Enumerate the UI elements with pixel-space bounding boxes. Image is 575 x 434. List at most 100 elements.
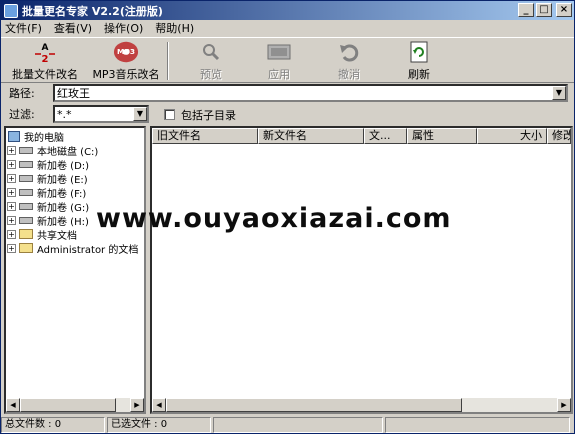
file-list[interactable]: 旧文件名 新文件名 文... 属性 大小 修改 ◀ ▶ [150,126,573,414]
expand-icon[interactable]: + [7,173,16,183]
drive-icon [19,202,33,210]
refresh-button[interactable]: 刷新 [399,40,439,82]
tree-item-drive-d[interactable]: + 新加卷 (D:) [7,157,90,172]
menu-view[interactable]: 查看(V) [54,20,92,36]
expand-icon[interactable]: + [7,159,16,169]
scroll-thumb[interactable] [166,398,462,412]
subdir-checkbox[interactable] [164,109,175,120]
apply-icon [266,40,292,64]
mp3-rename-label: MP3音乐改名 [92,68,160,81]
scroll-thumb[interactable] [20,398,116,412]
chevron-down-icon[interactable]: ▼ [133,107,147,121]
path-row: 路径: 红玫王 ▼ [1,83,574,103]
expand-icon[interactable]: + [7,201,16,211]
status-selected-files: 已选文件 : 0 [107,417,211,433]
mp3-rename-button[interactable]: MP3 MP3音乐改名 [91,40,161,82]
menu-file[interactable]: 文件(F) [5,20,42,36]
tree-item-shared-docs[interactable]: + 共享文档 [7,227,77,242]
scroll-right-icon[interactable]: ▶ [557,398,571,412]
tree-item-label: 共享文档 [37,230,77,242]
window-title: 批量更名专家 V2.2(注册版) [22,4,163,18]
status-bar: 总文件数 : 0 已选文件 : 0 [1,417,574,433]
tree-item-label: 新加卷 (F:) [37,188,87,200]
status-empty-cell [385,417,570,433]
path-value: 红玫王 [57,87,90,100]
preview-label: 预览 [200,68,222,81]
apply-button[interactable]: 应用 [259,40,299,82]
drive-icon [19,146,33,154]
tree-item-label: 新加卷 (G:) [37,202,90,214]
mp3-logo-text: MP3 [117,47,135,56]
column-attributes[interactable]: 属性 [407,128,477,144]
menu-bar: 文件(F) 查看(V) 操作(O) 帮助(H) [1,20,574,36]
column-new-name[interactable]: 新文件名 [258,128,364,144]
minimize-button[interactable]: _ [518,3,534,17]
folder-icon [19,229,33,239]
magnifier-icon [198,40,224,64]
main-window: 批量更名专家 V2.2(注册版) _ □ × 文件(F) 查看(V) 操作(O)… [0,0,575,434]
maximize-button[interactable]: □ [536,3,552,17]
svg-text:2: 2 [42,54,49,64]
undo-button[interactable]: 撤消 [329,40,369,82]
batch-rename-icon: A2 [32,40,58,64]
tree-item-label: 我的电脑 [24,132,64,144]
path-combo[interactable]: 红玫王 ▼ [53,84,568,102]
window-controls: _ □ × [518,3,572,17]
svg-text:A: A [42,43,49,53]
undo-label: 撤消 [338,68,360,81]
tree-item-label: 新加卷 (D:) [37,160,90,172]
preview-button[interactable]: 预览 [191,40,231,82]
toolbar-separator [167,42,169,80]
column-modified[interactable]: 修改 [547,128,571,144]
expand-icon[interactable]: + [7,215,16,225]
column-old-name[interactable]: 旧文件名 [152,128,258,144]
drive-icon [19,188,33,196]
tree-item-label: 新加卷 (H:) [37,216,89,228]
expand-icon[interactable]: + [7,145,16,155]
filter-value: *.* [57,107,72,121]
filter-row: 过滤: *.* ▼ 包括子目录 [1,103,574,125]
tree-item-label: 本地磁盘 (C:) [37,146,99,158]
close-button[interactable]: × [556,3,572,17]
status-total-files: 总文件数 : 0 [1,417,105,433]
expand-icon[interactable]: + [7,187,16,197]
expand-icon[interactable]: + [7,243,16,253]
list-hscrollbar[interactable]: ◀ ▶ [152,398,571,412]
drive-icon [19,174,33,182]
drive-icon [19,216,33,224]
mp3-icon: MP3 [113,40,139,64]
apply-label: 应用 [268,68,290,81]
column-size[interactable]: 大小 [477,128,547,144]
folder-tree[interactable]: 我的电脑 + 本地磁盘 (C:) + 新加卷 (D:) + 新加卷 (E:) +… [4,126,146,414]
tree-item-label: 新加卷 (E:) [37,174,88,186]
tree-item-label: Administrator 的文档 [37,244,139,256]
tree-item-computer[interactable]: 我的电脑 [8,129,64,144]
column-file-type[interactable]: 文... [364,128,407,144]
menu-operate[interactable]: 操作(O) [104,20,143,36]
tree-item-drive-h[interactable]: + 新加卷 (H:) [7,213,89,228]
title-bar[interactable]: 批量更名专家 V2.2(注册版) _ □ × [1,1,574,20]
tree-item-drive-e[interactable]: + 新加卷 (E:) [7,171,88,186]
app-icon [4,3,18,18]
path-label: 路径: [9,87,35,100]
tree-item-admin-docs[interactable]: + Administrator 的文档 [7,241,139,256]
batch-rename-button[interactable]: A2 批量文件改名 [7,40,83,82]
expand-icon[interactable]: + [7,229,16,239]
menu-help[interactable]: 帮助(H) [155,20,194,36]
undo-icon [336,40,362,64]
chevron-down-icon[interactable]: ▼ [552,86,566,100]
drive-icon [19,160,33,168]
subdir-label: 包括子目录 [181,109,236,122]
toolbar: A2 批量文件改名 MP3 MP3音乐改名 预览 应用 撤消 刷新 [1,37,574,83]
scroll-left-icon[interactable]: ◀ [152,398,166,412]
file-list-header: 旧文件名 新文件名 文... 属性 大小 修改 [152,128,571,144]
tree-hscrollbar[interactable]: ◀ ▶ [6,398,144,412]
tree-item-drive-f[interactable]: + 新加卷 (F:) [7,185,87,200]
scroll-right-icon[interactable]: ▶ [130,398,144,412]
filter-combo[interactable]: *.* ▼ [53,105,149,123]
computer-icon [8,130,20,142]
scroll-left-icon[interactable]: ◀ [6,398,20,412]
batch-rename-label: 批量文件改名 [12,68,78,81]
tree-item-drive-c[interactable]: + 本地磁盘 (C:) [7,143,99,158]
tree-item-drive-g[interactable]: + 新加卷 (G:) [7,199,90,214]
